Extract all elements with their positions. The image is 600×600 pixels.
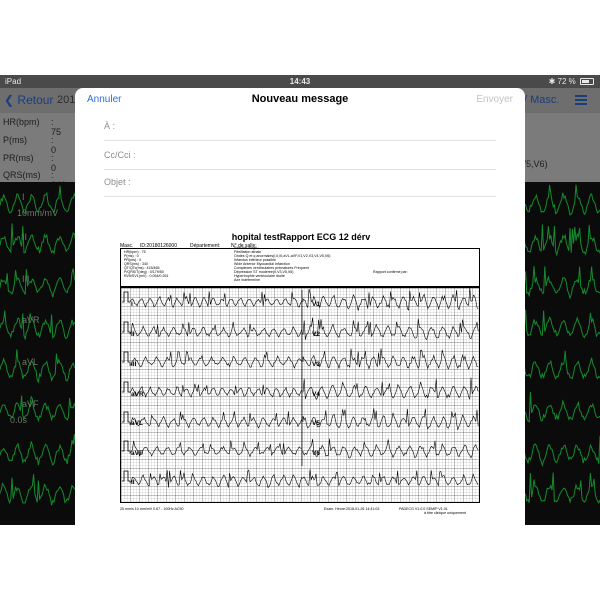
param-hr: HR(bpm): 75	[3, 117, 62, 137]
lead-label: III	[131, 361, 137, 368]
lead-label: V5	[312, 420, 320, 427]
report-header: HR(bpm) : 75 P(ms) : 0 PR(ms) : 0 QRS(ms…	[120, 246, 480, 287]
ecg-trace	[302, 348, 479, 370]
modal-nav-bar: Nouveau message Annuler Envoyer	[75, 88, 525, 112]
calibration-pulse	[122, 440, 130, 452]
battery-percent: 72 %	[557, 77, 576, 86]
ecg-trace	[129, 440, 302, 458]
send-button[interactable]: Envoyer	[476, 94, 513, 105]
ecg-trace	[129, 291, 302, 308]
ecg-report-attachment[interactable]: hopital testRapport ECG 12 dérv Masc. ID…	[118, 232, 484, 515]
lead-label: V2	[312, 331, 320, 338]
ecg-label: aVR	[22, 315, 40, 325]
status-bar: iPad 14:43 ✱ 72 %	[0, 75, 600, 88]
report-title: hopital testRapport ECG 12 dérv	[231, 232, 371, 242]
lead-label: I	[131, 301, 133, 308]
lead-label: aVF	[131, 450, 143, 457]
report-footer-note: à titre clinique uniquement	[424, 511, 466, 515]
ecg-trace	[302, 377, 479, 400]
calibration-pulse	[122, 470, 130, 482]
ecg-trace	[129, 351, 302, 369]
cancel-button[interactable]: Annuler	[87, 94, 121, 105]
ecg-label: II	[22, 232, 28, 242]
calibration-pulse	[122, 321, 130, 333]
param-p: P(ms): 0	[3, 135, 57, 155]
ecg-label: I	[22, 192, 25, 202]
to-field-label: À :	[104, 121, 116, 131]
calibration-pulse	[122, 381, 130, 393]
calibration-pulse	[122, 411, 130, 423]
lead-label: II	[131, 479, 135, 486]
lead-label: aVL	[131, 420, 143, 427]
ecg-grid: I II III aVR aVL aVF II V1 V2 V3 V4 V5 V…	[120, 287, 480, 503]
report-footer-settings: 25 mm/s 10 mm/mV 0.67 - 100Hz AC50	[120, 507, 184, 511]
confirmed-by: Rapport confirmé par:	[373, 270, 408, 274]
ecg-trace	[129, 469, 479, 489]
report-ecg-traces	[122, 288, 479, 489]
subject-field-label: Objet :	[104, 177, 131, 187]
subject-field[interactable]: Objet :	[104, 168, 496, 197]
cc-field-label: Cc/Cci :	[104, 150, 136, 160]
lead-label: V3	[312, 361, 320, 368]
battery-icon	[580, 78, 594, 85]
ecg-label: 0.0s	[10, 415, 28, 425]
battery-status: ✱ 72 %	[549, 77, 594, 86]
cc-input[interactable]	[152, 147, 482, 163]
chevron-left-icon: ❮	[4, 93, 15, 107]
modal-title: Nouveau message	[251, 93, 349, 105]
bottom-area	[0, 525, 600, 600]
background-date-fragment: 201	[57, 94, 76, 106]
ecg-label: III	[22, 274, 30, 284]
report-footer-time: Exam. Heure:2018-01-26 14:41:03	[324, 507, 380, 511]
ecg-label: aVF	[22, 399, 39, 409]
status-time: 14:43	[289, 77, 311, 86]
menu-icon	[575, 95, 587, 105]
ecg-trace	[302, 438, 479, 459]
param-pr: PR(ms): 0	[3, 153, 57, 173]
background-back-button: ❮ Retour	[4, 93, 54, 107]
ecg-trace	[302, 288, 479, 311]
ecg-trace	[302, 317, 479, 341]
lead-label: V6	[312, 450, 320, 457]
ecg-trace	[129, 411, 302, 429]
ecg-trace	[302, 408, 479, 431]
calibration-pulse	[122, 291, 130, 303]
diagnosis-line: Axe indéterminé	[234, 278, 260, 282]
ecg-trace	[129, 321, 302, 338]
ecg-label: aVL	[22, 357, 39, 367]
lead-label: aVR	[131, 391, 144, 398]
ecg-label: 10mm/mV	[17, 208, 59, 218]
calibration-pulse	[122, 351, 130, 363]
subject-input[interactable]	[152, 174, 482, 190]
lead-label: II	[131, 331, 135, 338]
bluetooth-icon: ✱	[548, 77, 556, 86]
lead-label: V4	[312, 391, 320, 398]
background-masc-fragment: / Masc.	[524, 94, 560, 106]
lead-label: V1	[312, 301, 320, 308]
cc-field[interactable]: Cc/Cci :	[104, 141, 496, 170]
to-field[interactable]: À :	[104, 112, 496, 141]
measurement: RV5/SV1(mV) : 0.054/0.261	[124, 274, 169, 278]
compose-modal: Nouveau message Annuler Envoyer À : Cc/C…	[75, 88, 525, 525]
screen: iPad 14:43 ✱ 72 % ❮ Retour 201 / Masc. H…	[0, 0, 600, 600]
param-qrs: QRS(ms): 340	[3, 170, 66, 190]
ecg-trace	[129, 383, 302, 399]
to-input[interactable]	[152, 118, 482, 134]
